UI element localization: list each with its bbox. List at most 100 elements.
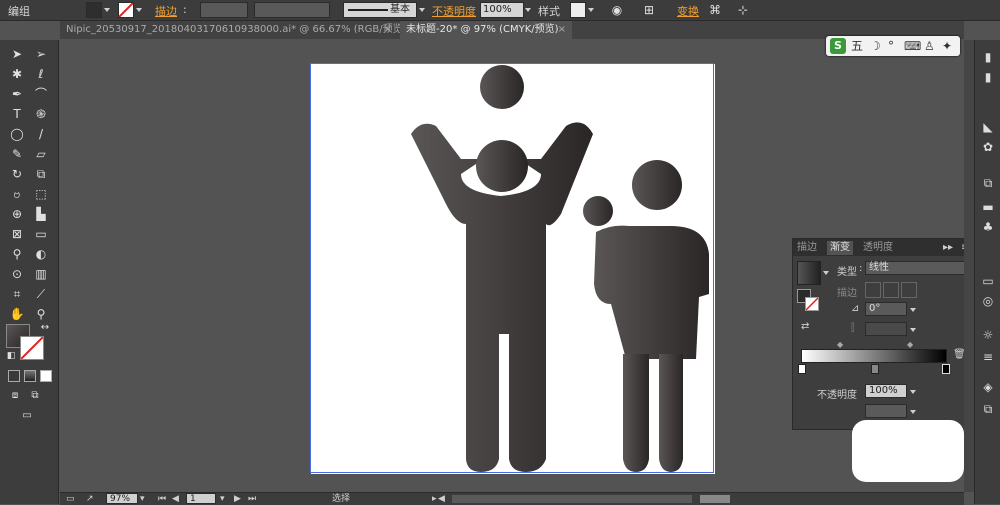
curvature-tool-icon[interactable]: ⌒: [32, 86, 50, 102]
vertical-scrollbar[interactable]: [964, 40, 974, 492]
wrench-icon[interactable]: ✦: [942, 38, 952, 54]
stroke-label[interactable]: 描边: [155, 3, 177, 19]
stroke-gradient-along-icon[interactable]: [883, 282, 899, 298]
next-page-icon[interactable]: ▶: [234, 493, 241, 505]
artboard-tool-icon[interactable]: ⌗: [8, 286, 26, 302]
angle-field[interactable]: 0°: [865, 302, 907, 316]
warp-tool-icon[interactable]: ဗ: [8, 186, 26, 202]
spiral-tool-icon[interactable]: ֍: [32, 106, 50, 122]
clubs-icon[interactable]: ♣: [981, 220, 995, 234]
tab-doc-1[interactable]: Nipic_20530917_20180403170610938000.ai* …: [60, 21, 407, 39]
tab-stroke[interactable]: 描边: [797, 241, 817, 255]
chevron-down-icon[interactable]: [910, 390, 916, 394]
column-graph-tool-icon[interactable]: ▥: [32, 266, 50, 282]
panel-icon-1[interactable]: ▮: [981, 50, 995, 64]
align-icon[interactable]: ⊞: [640, 2, 658, 18]
appearance-icon[interactable]: ☼: [981, 328, 995, 342]
blend-tool-icon[interactable]: ◐: [32, 246, 50, 262]
type-tool-icon[interactable]: T: [8, 106, 26, 122]
stroke-gradient-across-icon[interactable]: [901, 282, 917, 298]
slice-tool-icon[interactable]: ⟋: [32, 286, 50, 302]
symbols-icon[interactable]: ⧉: [981, 176, 995, 190]
opacity-label[interactable]: 不透明度: [432, 3, 476, 19]
ime-mode-label[interactable]: 五: [851, 38, 863, 54]
tab-transparency[interactable]: 透明度: [863, 241, 893, 255]
close-icon[interactable]: ×: [558, 21, 566, 39]
selection-tool-icon[interactable]: ➤: [8, 46, 26, 62]
stroke-swatch[interactable]: [118, 2, 134, 18]
magic-wand-tool-icon[interactable]: ✱: [8, 66, 26, 82]
status-menu-icon[interactable]: ▸: [432, 493, 437, 505]
stroke-gradient-within-icon[interactable]: [865, 282, 881, 298]
opacity-field[interactable]: 100%: [480, 2, 524, 18]
artboard[interactable]: [310, 63, 715, 474]
transform-label[interactable]: 变换: [677, 3, 699, 19]
eyedropper-tool-icon[interactable]: ⚲: [8, 246, 26, 262]
gradient-type-select[interactable]: 线性: [865, 261, 969, 275]
gradient-tool-icon[interactable]: ▭: [32, 226, 50, 242]
chevron-down-icon[interactable]: [104, 8, 110, 12]
panel-menu-icon[interactable]: ▸▸: [943, 241, 953, 255]
chevron-down-icon[interactable]: [910, 410, 916, 414]
default-colors-icon[interactable]: ◧: [2, 348, 20, 364]
first-page-icon[interactable]: ⏮: [158, 493, 166, 505]
swatches-icon[interactable]: ◣: [981, 120, 995, 134]
paintbrush-tool-icon[interactable]: /: [32, 126, 50, 142]
export-icon[interactable]: ↗: [86, 493, 94, 505]
page-field[interactable]: 1: [186, 493, 216, 504]
rotate-tool-icon[interactable]: ↻: [8, 166, 26, 182]
skin-icon[interactable]: ♙: [924, 38, 935, 54]
chart-tool-icon[interactable]: ▙: [32, 206, 50, 222]
artboard-nav-icon[interactable]: ▭: [66, 493, 75, 505]
prev-page-icon[interactable]: ◀: [172, 493, 179, 505]
brush-style-select[interactable]: 基本: [343, 2, 417, 18]
close-icon[interactable]: ×: [384, 21, 392, 39]
chevron-down-icon[interactable]: ▾: [220, 493, 225, 505]
chevron-down-icon[interactable]: ▾: [140, 493, 145, 505]
fill-swatch[interactable]: [86, 2, 102, 18]
brushes-icon[interactable]: ✿: [981, 140, 995, 154]
stroke-color-swatch[interactable]: [20, 336, 44, 360]
recolor-icon[interactable]: ◉: [608, 2, 626, 18]
punctuation-icon[interactable]: °: [888, 38, 894, 54]
draw-behind-icon[interactable]: ⧉: [26, 388, 44, 404]
transparency-icon[interactable]: ◎: [981, 294, 995, 308]
stroke-weight-field[interactable]: [200, 2, 248, 18]
align-panel-icon[interactable]: ≡: [981, 350, 995, 364]
eraser-tool-icon[interactable]: ▱: [32, 146, 50, 162]
artboards-icon[interactable]: ⧉: [981, 402, 995, 416]
symbol-sprayer-tool-icon[interactable]: ⊙: [8, 266, 26, 282]
horizontal-scrollbar-thumb[interactable]: [700, 495, 730, 503]
layers-icon[interactable]: ◈: [981, 380, 995, 394]
color-stop-white[interactable]: [798, 364, 806, 374]
gradient-preview-swatch[interactable]: [797, 261, 821, 285]
last-page-icon[interactable]: ⏭: [248, 493, 256, 505]
aspect-ratio-field[interactable]: [865, 322, 907, 336]
midpoint-marker-icon[interactable]: ◆: [907, 340, 913, 349]
lasso-tool-icon[interactable]: ℓ: [32, 66, 50, 82]
color-mode-icon[interactable]: [8, 370, 20, 382]
tab-doc-2[interactable]: 未标题-20* @ 97% (CMYK/预览) ×: [400, 21, 572, 39]
moon-icon[interactable]: ☽: [870, 38, 881, 54]
location-field[interactable]: [865, 404, 907, 418]
color-stop-black[interactable]: [942, 364, 950, 374]
ellipse-tool-icon[interactable]: ◯: [8, 126, 26, 142]
zoom-field[interactable]: 97%: [106, 493, 138, 504]
free-transform-tool-icon[interactable]: ⬚: [32, 186, 50, 202]
chevron-down-icon[interactable]: [136, 8, 142, 12]
chevron-down-icon[interactable]: [910, 308, 916, 312]
panel-icon-2[interactable]: ▮: [981, 70, 995, 84]
draw-mode-icon[interactable]: ⧈: [6, 388, 24, 404]
horizontal-scrollbar-track[interactable]: [452, 495, 692, 503]
screen-mode-icon[interactable]: ▭: [18, 408, 36, 424]
opacity-field[interactable]: 100%: [865, 384, 907, 398]
shape-builder-tool-icon[interactable]: ⊕: [8, 206, 26, 222]
variable-width-select[interactable]: [254, 2, 330, 18]
pencil-tool-icon[interactable]: ✎: [8, 146, 26, 162]
scale-tool-icon[interactable]: ⧉: [32, 166, 50, 182]
none-mode-icon[interactable]: [40, 370, 52, 382]
swap-icon[interactable]: ↔: [36, 320, 54, 336]
chevron-down-icon[interactable]: [823, 271, 829, 275]
scroll-left-icon[interactable]: ◀: [438, 493, 445, 505]
graphic-styles-icon[interactable]: ▬: [981, 200, 995, 214]
